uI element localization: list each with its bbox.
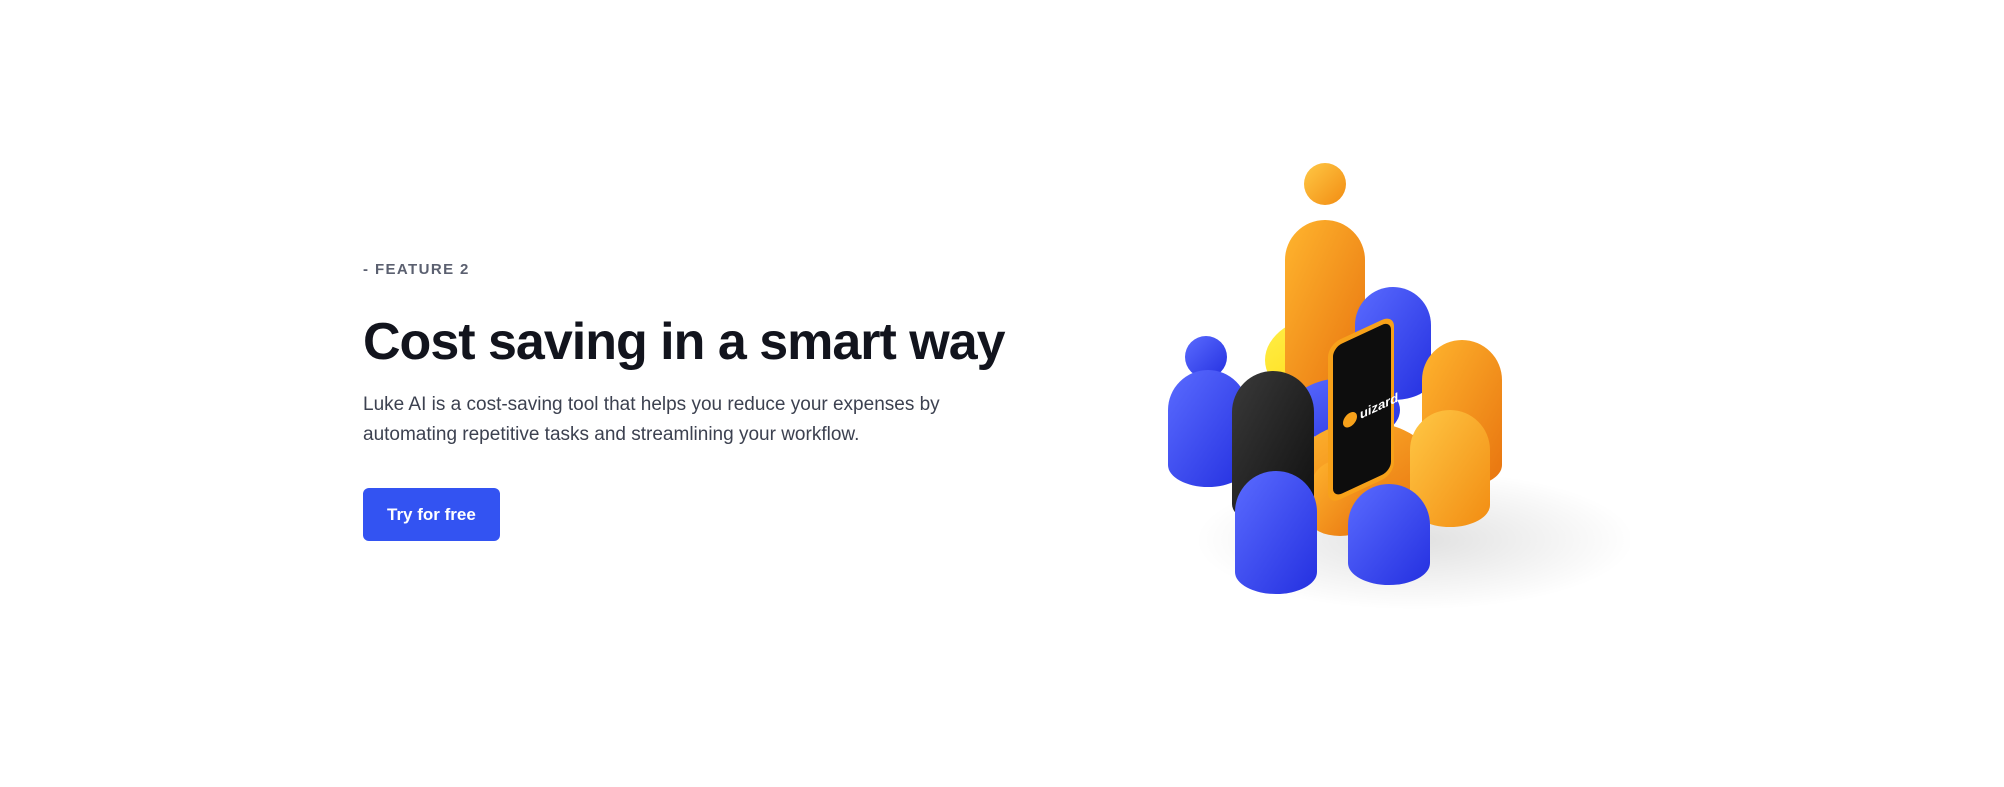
isometric-people-illustration: uizard	[1160, 150, 1635, 620]
feature-text-column: - FEATURE 2 Cost saving in a smart way L…	[363, 258, 1006, 541]
feature-description: Luke AI is a cost-saving tool that helps…	[363, 394, 940, 445]
feature-title: Cost saving in a smart way	[363, 313, 1006, 371]
feature-eyebrow: - FEATURE 2	[363, 261, 470, 278]
feature-section: - FEATURE 2 Cost saving in a smart way L…	[0, 0, 2004, 787]
try-for-free-button[interactable]: Try for free	[363, 488, 500, 541]
